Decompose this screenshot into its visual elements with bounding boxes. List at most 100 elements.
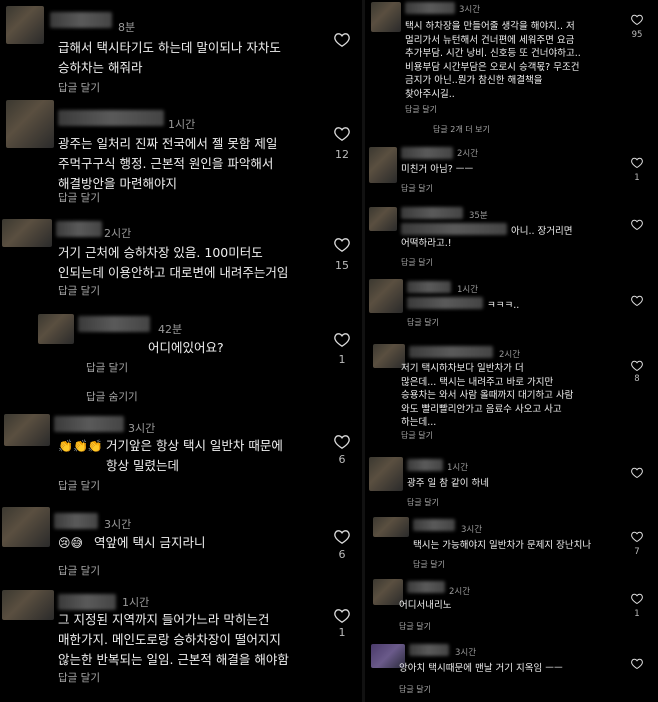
avatar[interactable] — [2, 590, 54, 620]
like-count: 6 — [338, 453, 346, 466]
username-blurred[interactable] — [409, 346, 493, 358]
avatar[interactable] — [4, 414, 50, 446]
avatar[interactable] — [373, 517, 409, 537]
avatar[interactable] — [6, 6, 44, 44]
heart-outline-icon[interactable] — [631, 295, 643, 306]
avatar[interactable] — [2, 507, 50, 547]
reply-comment: 3시간 택시는 가능해야지 일반차가 문제지 장난치나 답글 달기 7 — [365, 515, 658, 575]
avatar[interactable] — [369, 207, 397, 231]
username-blurred[interactable] — [407, 459, 443, 471]
heart-outline-icon[interactable] — [334, 529, 350, 544]
comment-text: 광주는 일처리 진짜 전국에서 젤 못함 제일 주먹구구식 행정. 근본적 원인… — [58, 136, 278, 191]
reply-button[interactable]: 답글 달기 — [405, 104, 437, 115]
reply-button[interactable]: 답글 달기 — [58, 563, 100, 578]
reply-button[interactable]: 답글 달기 — [399, 684, 431, 695]
reply-button[interactable]: 답글 달기 — [58, 190, 100, 205]
reply-comment: 42분 어디에있어요? 답글 달기 답글 숨기기 1 — [0, 310, 362, 405]
username-blurred[interactable] — [405, 2, 455, 14]
comment: 3시간 👏👏👏 거기앞은 항상 택시 일반차 때문에 항상 밀렸는데 답글 달기… — [0, 410, 362, 502]
reply-button[interactable]: 답글 달기 — [86, 360, 128, 375]
comment-text: 거기 근처에 승하차장 있음. 100미터도 인되는데 이용안하고 대로변에 내… — [58, 245, 289, 280]
comment-time: 3시간 — [459, 5, 481, 15]
heart-outline-icon[interactable] — [631, 593, 643, 604]
comment: 3시간 😢😅 역앞에 택시 금지라니 답글 달기 6 — [0, 505, 362, 587]
reply-button[interactable]: 답글 달기 — [58, 670, 100, 685]
username-blurred[interactable] — [78, 316, 150, 332]
reply-button[interactable]: 답글 달기 — [401, 183, 433, 194]
comment-text: 급해서 택시타기도 하는데 말이되나 자차도 승하차는 해줘라 — [58, 40, 281, 75]
mention-blurred[interactable] — [407, 297, 483, 309]
username-blurred[interactable] — [413, 519, 455, 531]
reply-button[interactable]: 답글 달기 — [413, 559, 445, 570]
heart-outline-icon[interactable] — [631, 658, 643, 669]
avatar[interactable] — [38, 314, 74, 344]
username-blurred[interactable] — [407, 281, 451, 293]
heart-outline-icon[interactable] — [631, 360, 643, 371]
username-blurred[interactable] — [58, 110, 164, 126]
hide-replies-button[interactable]: 답글 숨기기 — [86, 389, 138, 404]
emoji-text: 😢😅 — [58, 536, 84, 550]
reply-button[interactable]: 답글 달기 — [58, 478, 100, 493]
avatar[interactable] — [369, 457, 403, 491]
emoji-text: 👏👏👏 — [58, 439, 103, 453]
left-comment-column: 8분 급해서 택시타기도 하는데 말이되나 자차도 승하차는 해줘라 답글 달기… — [0, 0, 362, 702]
like-count: 8 — [634, 374, 640, 384]
heart-outline-icon[interactable] — [334, 434, 350, 449]
username-blurred[interactable] — [409, 644, 449, 656]
avatar[interactable] — [369, 279, 403, 313]
like-count: 1 — [338, 626, 346, 639]
comment-text: 택시 하차장을 만들어줄 생각을 해야지.. 저 멀리가서 뉴턴해서 건너편에 … — [405, 21, 581, 100]
comment-time: 8분 — [118, 21, 136, 34]
reply-button[interactable]: 답글 달기 — [401, 430, 433, 441]
reply-button[interactable]: 답글 달기 — [407, 497, 439, 508]
heart-outline-icon[interactable] — [631, 219, 643, 230]
comment-text: 역앞에 택시 금지라니 — [94, 535, 206, 550]
heart-outline-icon[interactable] — [631, 14, 643, 25]
comment-text: 어디서내리노 — [399, 600, 452, 611]
username-blurred[interactable] — [401, 147, 453, 159]
username-blurred[interactable] — [54, 513, 98, 529]
right-comment-column: 3시간 택시 하차장을 만들어줄 생각을 해야지.. 저 멀리가서 뉴턴해서 건… — [365, 0, 658, 702]
username-blurred[interactable] — [401, 207, 463, 219]
username-blurred[interactable] — [407, 581, 445, 593]
heart-outline-icon[interactable] — [334, 32, 350, 47]
comment-time: 1시간 — [168, 118, 196, 131]
heart-outline-icon[interactable] — [631, 467, 643, 478]
avatar[interactable] — [371, 2, 401, 32]
reply-button[interactable]: 답글 달기 — [58, 283, 100, 298]
comment-text: 미친거 아님? ㅡㅡ — [401, 164, 474, 175]
avatar[interactable] — [369, 147, 397, 183]
like-count: 6 — [338, 548, 346, 561]
heart-outline-icon[interactable] — [334, 126, 350, 141]
comment-text: 앙아치 택시때문에 맨날 거기 지옥임 ㅡㅡ — [399, 663, 563, 674]
heart-outline-icon[interactable] — [334, 332, 350, 347]
like-count: 12 — [335, 148, 349, 161]
avatar[interactable] — [2, 219, 52, 247]
username-blurred[interactable] — [58, 594, 116, 610]
reply-button[interactable]: 답글 달기 — [399, 621, 431, 632]
view-more-replies-button[interactable]: 답글 2개 더 보기 — [433, 124, 490, 135]
username-blurred[interactable] — [54, 416, 124, 432]
heart-outline-icon[interactable] — [334, 608, 350, 623]
username-blurred[interactable] — [50, 12, 112, 28]
comment-text: 광주 일 참 같이 하네 — [407, 478, 489, 489]
comment-text: 어디에있어요? — [148, 340, 224, 355]
comment-time: 1시간 — [122, 596, 150, 609]
heart-outline-icon[interactable] — [631, 157, 643, 168]
mention-blurred[interactable] — [401, 223, 507, 235]
reply-comment: 2시간 미친거 아님? ㅡㅡ 답글 달기 1 — [365, 145, 658, 205]
reply-button[interactable]: 답글 달기 — [58, 80, 100, 95]
reply-button[interactable]: 답글 달기 — [401, 257, 433, 268]
reply-button[interactable]: 답글 달기 — [407, 317, 439, 328]
heart-outline-icon[interactable] — [334, 237, 350, 252]
comment: 1시간 광주는 일처리 진짜 전국에서 젤 못함 제일 주먹구구식 행정. 근본… — [0, 100, 362, 215]
avatar[interactable] — [6, 100, 54, 148]
heart-outline-icon[interactable] — [631, 531, 643, 542]
comment-time: 3시간 — [461, 525, 483, 535]
comment-text: 어떡하라고.! — [401, 238, 452, 249]
comment-text: 택시는 가능해야지 일반차가 문제지 장난치나 — [413, 540, 592, 551]
comment-time: 2시간 — [104, 227, 132, 240]
comment-time: 2시간 — [457, 149, 479, 159]
comment-time: 3시간 — [128, 422, 156, 435]
username-blurred[interactable] — [56, 221, 102, 237]
